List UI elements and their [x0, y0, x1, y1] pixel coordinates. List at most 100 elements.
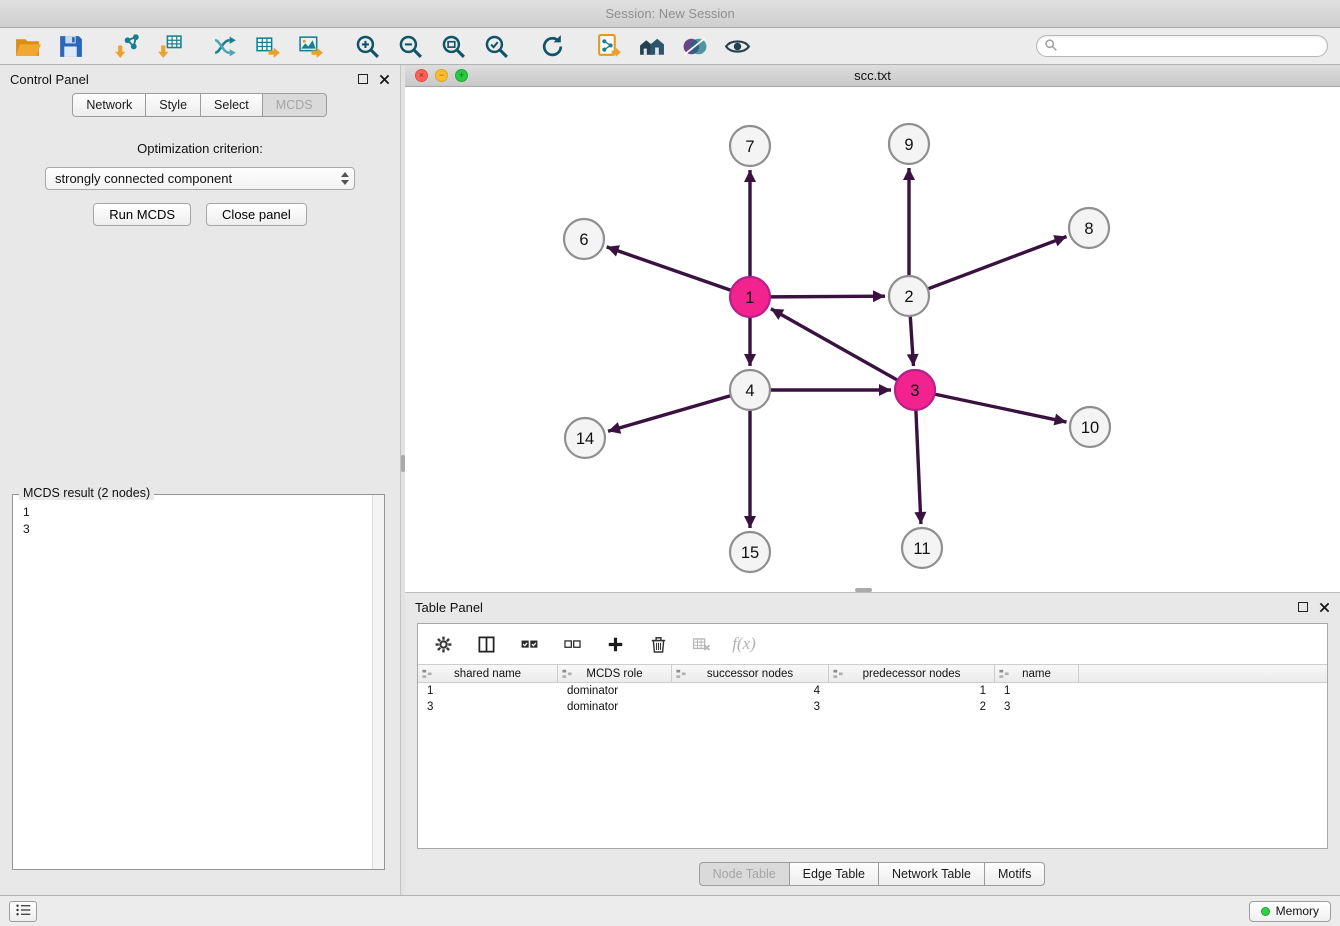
node-label-3: 3: [910, 382, 919, 400]
edge-2-3[interactable]: [910, 316, 913, 366]
share-network-icon[interactable]: [210, 31, 240, 61]
column-header-name[interactable]: name: [995, 665, 1079, 682]
tab-mcds[interactable]: MCDS: [262, 93, 327, 117]
cell-name[interactable]: 1: [995, 685, 1079, 697]
style-compare-icon[interactable]: [679, 31, 709, 61]
node-4[interactable]: 4: [730, 370, 770, 410]
zoom-selected-icon[interactable]: [481, 31, 511, 61]
tab-style[interactable]: Style: [145, 93, 201, 117]
zoom-fit-icon[interactable]: [438, 31, 468, 61]
close-table-panel-icon[interactable]: [1319, 602, 1330, 613]
zoom-window-icon[interactable]: +: [455, 69, 468, 82]
node-3[interactable]: 3: [895, 370, 935, 410]
cell-MCDS-role[interactable]: dominator: [558, 685, 672, 697]
cell-name[interactable]: 3: [995, 701, 1079, 713]
cell-successor-nodes[interactable]: 4: [672, 685, 829, 697]
optimization-criterion-label: Optimization criterion:: [0, 141, 400, 156]
cell-predecessor-nodes[interactable]: 2: [829, 701, 995, 713]
column-header-MCDS-role[interactable]: MCDS role: [558, 665, 672, 682]
export-table-icon[interactable]: [253, 31, 283, 61]
node-label-11: 11: [913, 540, 930, 558]
edge-4-14[interactable]: [608, 396, 731, 432]
cell-successor-nodes[interactable]: 3: [672, 701, 829, 713]
select-all-icon[interactable]: [518, 633, 540, 655]
close-panel-icon[interactable]: [379, 74, 390, 85]
delete-row-icon[interactable]: [647, 633, 669, 655]
window-titlebar[interactable]: Session: New Session: [0, 0, 1340, 28]
function-builder-icon: f(x): [733, 633, 755, 655]
network-graph[interactable]: 7 9 6 8 1 2 4 3 14 10 15 11: [405, 87, 1340, 592]
criterion-dropdown[interactable]: strongly connected component: [45, 167, 355, 190]
search-input[interactable]: [1062, 37, 1327, 55]
import-network-icon[interactable]: [111, 31, 141, 61]
unselect-all-icon[interactable]: [561, 633, 583, 655]
show-hide-icon[interactable]: [722, 31, 752, 61]
application-window: Session: New Session Control Panel Netwo…: [0, 0, 1340, 926]
edge-3-1[interactable]: [771, 309, 898, 380]
tab-network[interactable]: Network: [72, 93, 146, 117]
refresh-icon[interactable]: [537, 31, 567, 61]
mcds-result-box: MCDS result (2 nodes) 13: [12, 494, 385, 870]
criterion-dropdown-value: strongly connected component: [55, 171, 232, 186]
table-panel: Table Panel f(x) shared nameMCDS rolesuc…: [405, 592, 1340, 895]
edge-1-6[interactable]: [607, 247, 731, 290]
export-image-icon[interactable]: [296, 31, 326, 61]
table-toolbar: f(x): [418, 624, 1327, 664]
edge-3-11[interactable]: [916, 410, 921, 524]
zoom-out-icon[interactable]: [395, 31, 425, 61]
minimize-window-icon[interactable]: −: [435, 69, 448, 82]
cell-MCDS-role[interactable]: dominator: [558, 701, 672, 713]
node-8[interactable]: 8: [1069, 208, 1109, 248]
table-tab-edge-table[interactable]: Edge Table: [789, 862, 879, 886]
column-header-predecessor-nodes[interactable]: predecessor nodes: [829, 665, 995, 682]
node-9[interactable]: 9: [889, 124, 929, 164]
float-panel-icon[interactable]: [358, 74, 368, 84]
cell-shared-name[interactable]: 3: [418, 701, 558, 713]
edge-2-8[interactable]: [928, 236, 1067, 288]
node-label-6: 6: [579, 231, 588, 249]
show-columns-icon[interactable]: [475, 633, 497, 655]
cell-predecessor-nodes[interactable]: 1: [829, 685, 995, 697]
table-tab-node-table[interactable]: Node Table: [699, 862, 790, 886]
node-14[interactable]: 14: [565, 418, 605, 458]
save-session-icon[interactable]: [55, 31, 85, 61]
edge-1-2[interactable]: [770, 296, 885, 297]
node-label-10: 10: [1081, 419, 1099, 437]
table-row[interactable]: 1dominator411: [418, 683, 1327, 699]
add-row-icon[interactable]: [604, 633, 626, 655]
cell-shared-name[interactable]: 1: [418, 685, 558, 697]
node-label-8: 8: [1084, 220, 1093, 238]
task-list-button[interactable]: [9, 901, 37, 922]
open-file-icon[interactable]: [12, 31, 42, 61]
search-field[interactable]: [1036, 35, 1328, 57]
close-window-icon[interactable]: ×: [415, 69, 428, 82]
import-table-icon[interactable]: [154, 31, 184, 61]
network-canvas[interactable]: 7 9 6 8 1 2 4 3 14 10 15 11: [405, 87, 1340, 592]
mcds-panel: Optimization criterion: strongly connect…: [0, 141, 400, 226]
run-mcds-button[interactable]: Run MCDS: [93, 203, 191, 226]
table-row[interactable]: 3dominator323: [418, 699, 1327, 715]
node-7[interactable]: 7: [730, 126, 770, 166]
home-icon[interactable]: [636, 31, 666, 61]
tab-select[interactable]: Select: [200, 93, 263, 117]
float-table-panel-icon[interactable]: [1298, 602, 1308, 612]
node-11[interactable]: 11: [902, 528, 942, 568]
column-header-successor-nodes[interactable]: successor nodes: [672, 665, 829, 682]
node-6[interactable]: 6: [564, 219, 604, 259]
zoom-in-icon[interactable]: [352, 31, 382, 61]
edge-3-10[interactable]: [935, 394, 1067, 422]
column-header-shared-name[interactable]: shared name: [418, 665, 558, 682]
close-panel-button[interactable]: Close panel: [206, 203, 307, 226]
table-tab-motifs[interactable]: Motifs: [984, 862, 1045, 886]
network-window-titlebar[interactable]: ×−+ scc.txt: [405, 65, 1340, 87]
node-1[interactable]: 1: [730, 277, 770, 317]
search-icon: [1044, 38, 1058, 55]
result-scrollbar[interactable]: [372, 495, 384, 869]
clone-network-icon[interactable]: [593, 31, 623, 61]
node-10[interactable]: 10: [1070, 407, 1110, 447]
memory-button[interactable]: Memory: [1249, 901, 1331, 922]
table-tab-network-table[interactable]: Network Table: [878, 862, 985, 886]
node-15[interactable]: 15: [730, 532, 770, 572]
table-options-icon[interactable]: [432, 633, 454, 655]
node-2[interactable]: 2: [889, 276, 929, 316]
